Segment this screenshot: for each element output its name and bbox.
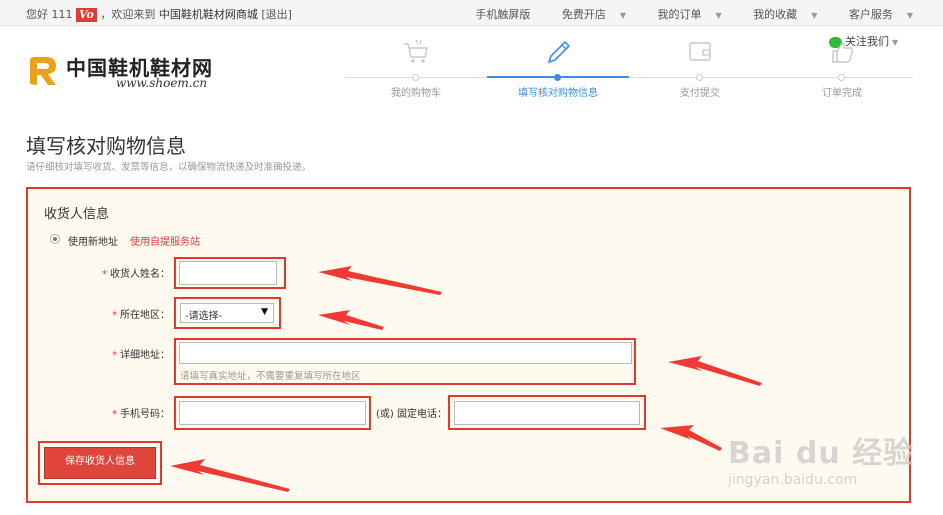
- checkout-steps: 我的购物车 填写核对购物信息 支付提交 订单完成: [345, 38, 913, 99]
- customer-service-label: 客户服务: [848, 8, 893, 21]
- address-label-text: 详细地址：: [120, 350, 170, 361]
- wallet-icon: [689, 42, 711, 61]
- step-dot: [696, 74, 703, 81]
- landline-input[interactable]: [454, 401, 640, 425]
- top-bar: 您好 111 Vo ，欢迎来到 中国鞋机鞋材网商城 [退出] 手机触屏版 免费开…: [0, 0, 943, 26]
- pencil-icon: [547, 40, 571, 64]
- logout-link[interactable]: [退出]: [261, 8, 292, 21]
- region-label-text: 所在地区：: [120, 310, 170, 321]
- step-fill-info: 填写核对购物信息: [487, 38, 629, 99]
- free-shop-link[interactable]: 免费开店 ▼: [548, 8, 626, 21]
- user-badge: Vo: [76, 8, 97, 22]
- step-cart: 我的购物车: [345, 38, 487, 99]
- step-label: 订单完成: [822, 88, 862, 99]
- required-mark: *: [112, 409, 117, 420]
- watermark-url: jingyan.baidu.com: [728, 472, 858, 488]
- mobile-version-label: 手机触屏版: [475, 8, 531, 21]
- cart-icon: [404, 39, 428, 63]
- chevron-down-icon: ▼: [906, 11, 913, 20]
- watermark-text: Bai du 经验: [728, 436, 915, 471]
- page-title: 填写核对购物信息: [26, 134, 186, 158]
- welcome-bar: 您好 111 Vo ，欢迎来到 中国鞋机鞋材网商城 [退出]: [26, 6, 292, 22]
- address-hint: 请填写真实地址，不需要重复填写所在地区: [180, 371, 361, 382]
- name-label: * 收货人姓名：: [40, 265, 170, 280]
- baidu-watermark: Bai du 经验 jingyan.baidu.com: [728, 428, 918, 498]
- name-input[interactable]: [179, 261, 277, 285]
- my-favorites-link[interactable]: 我的收藏 ▼: [739, 8, 817, 21]
- required-mark: *: [112, 310, 117, 321]
- mall-name-link[interactable]: 中国鞋机鞋材网商城: [159, 8, 258, 21]
- welcome-text: ，欢迎来到: [100, 8, 156, 21]
- mobile-version-link[interactable]: 手机触屏版: [461, 8, 530, 21]
- address-input[interactable]: [179, 342, 632, 364]
- region-select-value: -请选择-: [185, 311, 223, 322]
- name-label-text: 收货人姓名：: [110, 269, 170, 280]
- new-address-label[interactable]: 使用新地址: [68, 233, 118, 248]
- section-title: 收货人信息: [44, 207, 110, 222]
- thumbs-up-icon: [832, 42, 854, 63]
- mobile-label: * 手机号码：: [40, 405, 170, 420]
- region-label: * 所在地区：: [40, 306, 170, 321]
- address-label: * 详细地址：: [40, 346, 170, 361]
- top-nav: 手机触屏版 免费开店 ▼ 我的订单 ▼ 我的收藏 ▼ 客户服务 ▼: [447, 6, 913, 22]
- my-favorites-label: 我的收藏: [753, 8, 798, 21]
- step-label: 填写核对购物信息: [518, 88, 598, 99]
- phone-label: (或) 固定电话：: [376, 409, 447, 420]
- step-label: 支付提交: [680, 88, 720, 99]
- logo-mark-icon: [30, 57, 56, 85]
- region-select[interactable]: -请选择- ▼: [180, 303, 274, 323]
- greeting-text: 您好 111: [26, 8, 73, 21]
- required-mark: *: [112, 350, 117, 361]
- chevron-down-icon: ▼: [715, 11, 722, 20]
- free-shop-label: 免费开店: [561, 8, 606, 21]
- site-logo[interactable]: 中国鞋机鞋材网 www.shoem.cn: [26, 52, 246, 92]
- logo-url: www.shoem.cn: [116, 76, 208, 90]
- pickup-station-link[interactable]: 使用自提服务站: [130, 233, 200, 248]
- step-complete: 订单完成: [771, 38, 913, 99]
- chevron-down-icon: ▼: [619, 11, 627, 20]
- save-consignee-button[interactable]: 保存收货人信息: [44, 447, 156, 479]
- new-address-radio[interactable]: [50, 234, 60, 244]
- page-subtitle: 请仔细核对填写收货、发票等信息，以确保物流快递及时准确投递。: [26, 162, 312, 173]
- step-dot: [554, 74, 561, 81]
- chevron-down-icon: ▼: [811, 11, 818, 20]
- step-dot: [412, 74, 419, 81]
- step-label: 我的购物车: [391, 88, 441, 99]
- my-orders-link[interactable]: 我的订单 ▼: [644, 8, 722, 21]
- dropdown-arrow-icon: ▼: [261, 307, 268, 317]
- my-orders-label: 我的订单: [657, 8, 702, 21]
- customer-service-link[interactable]: 客户服务 ▼: [835, 8, 913, 21]
- required-mark: *: [102, 269, 107, 280]
- mobile-input[interactable]: [179, 401, 366, 425]
- step-payment: 支付提交: [629, 38, 771, 99]
- mobile-label-text: 手机号码：: [120, 409, 170, 420]
- step-dot: [838, 74, 845, 81]
